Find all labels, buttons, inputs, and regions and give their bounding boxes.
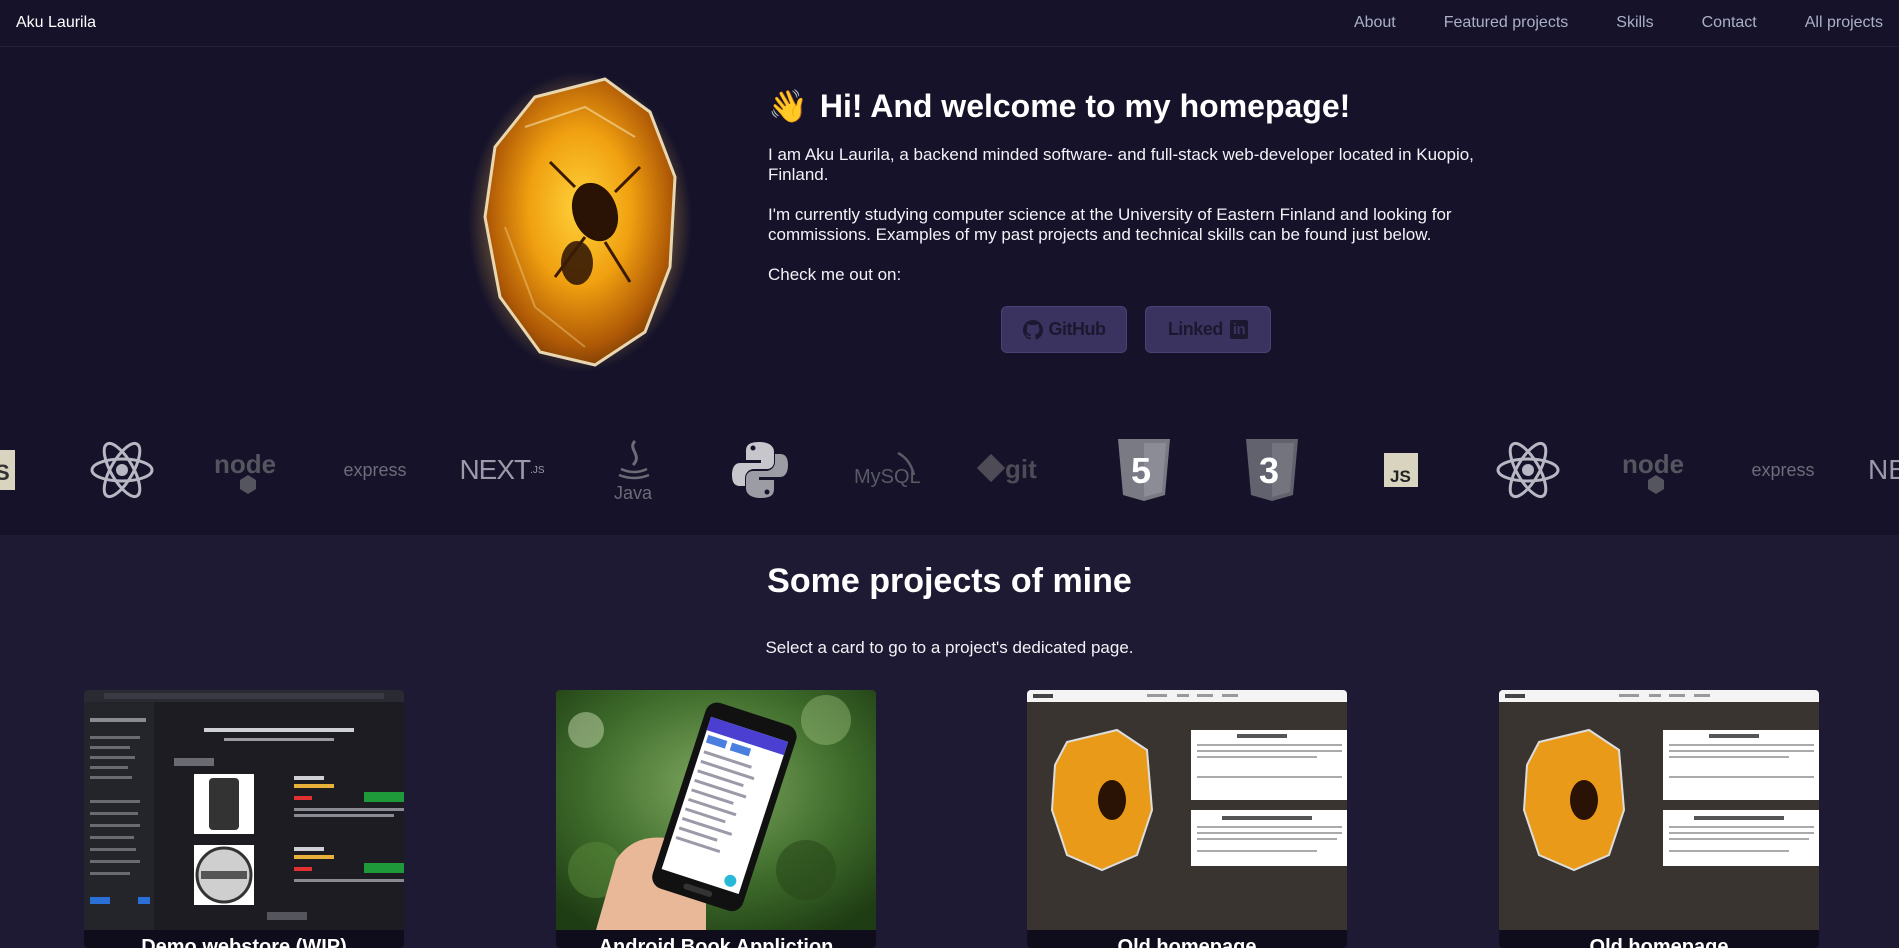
nav-link-featured-projects[interactable]: Featured projects: [1444, 14, 1569, 32]
github-icon: [1022, 319, 1043, 340]
svg-text:MySQL: MySQL: [854, 466, 921, 488]
express-logo: express: [343, 459, 407, 480]
project-card-old-homepage-1[interactable]: Old homepage: [1027, 690, 1347, 948]
hero-title: 👋 Hi! And welcome to my homepage!: [768, 87, 1508, 125]
js-logo-partial: S: [0, 437, 20, 503]
javascript-logo: JS: [1361, 437, 1441, 503]
python-logo: [720, 437, 800, 503]
nextjs-logo: NEXT .JS: [459, 454, 545, 485]
project-card-android-book[interactable]: Android Book Appliction: [556, 690, 876, 948]
hero-study-paragraph: I'm currently studying computer science …: [768, 205, 1452, 244]
hero-section: 👋 Hi! And welcome to my homepage! I am A…: [0, 47, 1899, 407]
svg-text:Java: Java: [614, 483, 653, 503]
waving-hand-icon: 👋: [768, 88, 808, 124]
amber-image: [465, 67, 695, 377]
nodejs-logo: node: [208, 437, 288, 503]
card-title-android-book: Android Book Appliction: [598, 936, 834, 948]
card-title-old-homepage-1: Old homepage: [1117, 936, 1257, 948]
project-card-old-homepage-2[interactable]: Old homepage: [1499, 690, 1819, 948]
nav-link-all-projects[interactable]: All projects: [1805, 14, 1883, 32]
java-logo: Java: [594, 437, 674, 503]
nav-link-skills[interactable]: Skills: [1616, 14, 1653, 32]
linkedin-icon: in: [1229, 320, 1249, 339]
svg-text:3: 3: [1259, 450, 1279, 491]
css3-logo: 3: [1232, 437, 1312, 503]
react-logo-repeat: [1488, 437, 1568, 503]
svg-text:S: S: [0, 460, 10, 485]
svg-text:node: node: [214, 449, 276, 479]
linkedin-button[interactable]: Linked in: [1145, 306, 1271, 353]
svg-text:JS: JS: [1390, 467, 1411, 486]
card-title-old-homepage-2: Old homepage: [1589, 936, 1729, 948]
linkedin-label: Linked: [1167, 319, 1224, 339]
nodejs-logo-repeat: node: [1616, 437, 1696, 503]
social-links: GitHub Linked in: [1001, 306, 1271, 353]
projects-subtitle: Select a card to go to a project's dedic…: [765, 638, 1134, 657]
navbar: Aku Laurila About Featured projects Skil…: [0, 0, 1899, 47]
nav-link-about[interactable]: About: [1354, 14, 1396, 32]
github-label: GitHub: [1048, 319, 1107, 339]
github-button[interactable]: GitHub: [1001, 306, 1127, 353]
skills-carousel: S node express NEXT .JS Java MySQL git 5…: [0, 407, 1899, 535]
nav-link-contact[interactable]: Contact: [1702, 14, 1757, 32]
nav-links: About Featured projects Skills Contact A…: [1306, 14, 1883, 32]
express-logo-repeat: express: [1751, 459, 1815, 480]
svg-text:node: node: [1622, 449, 1684, 479]
mysql-logo: MySQL: [848, 437, 928, 503]
react-logo: [82, 437, 162, 503]
hero-intro-paragraph: I am Aku Laurila, a backend minded softw…: [768, 145, 1474, 184]
projects-heading: Some projects of mine: [767, 562, 1132, 600]
old-homepage-screenshot-1: [1027, 690, 1347, 930]
old-homepage-screenshot-2: [1499, 690, 1819, 930]
webstore-screenshot: [84, 690, 404, 930]
html5-logo: 5: [1104, 437, 1184, 503]
hero-text: 👋 Hi! And welcome to my homepage! I am A…: [768, 87, 1508, 305]
hero-title-text: Hi! And welcome to my homepage!: [819, 87, 1351, 124]
card-title-webstore: Demo webstore (WIP): [141, 936, 347, 948]
nextjs-logo-partial: NEXT: [1868, 454, 1899, 485]
brand-link[interactable]: Aku Laurila: [16, 14, 96, 32]
svg-text:5: 5: [1131, 450, 1151, 491]
check-me-out-label: Check me out on:: [768, 265, 902, 284]
android-app-photo: [556, 690, 876, 930]
git-logo: git: [975, 437, 1055, 503]
project-card-webstore[interactable]: Demo webstore (WIP): [84, 690, 404, 948]
svg-text:git: git: [1005, 454, 1037, 484]
